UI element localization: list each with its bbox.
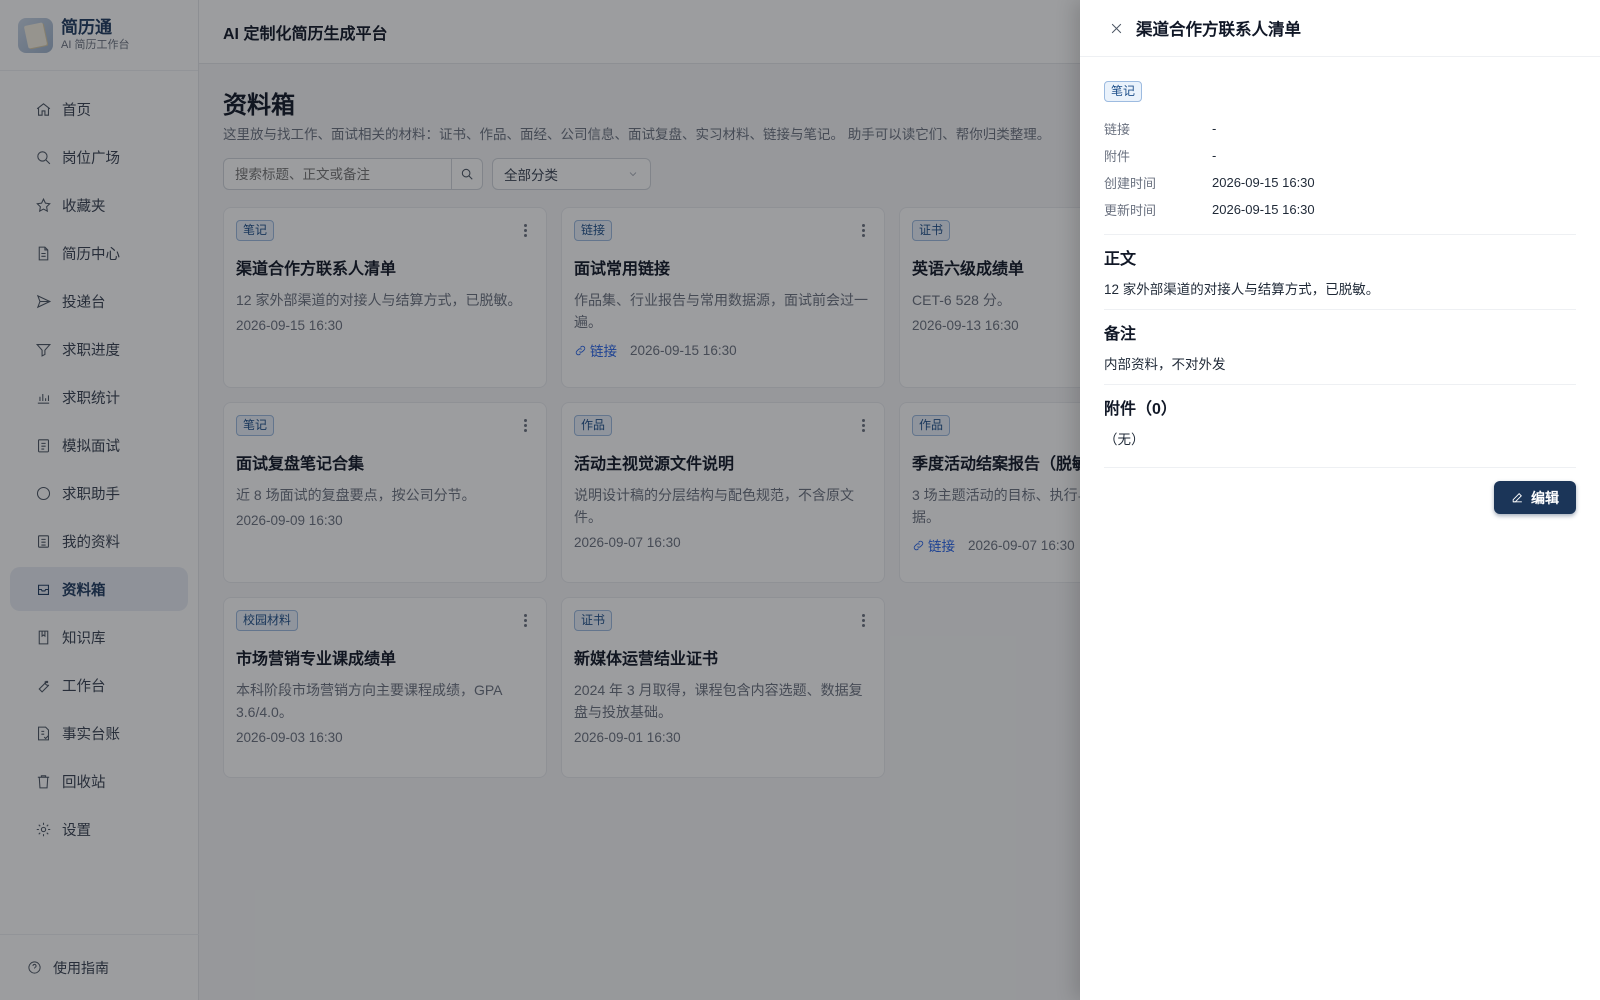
meta-value: 2026-09-15 16:30 — [1212, 175, 1315, 190]
modal-overlay[interactable] — [0, 0, 1080, 1000]
drawer-header: 渠道合作方联系人清单 — [1080, 0, 1600, 57]
note-text: 内部资料，不对外发 — [1104, 357, 1226, 372]
meta-value: 2026-09-15 16:30 — [1212, 202, 1315, 217]
note-section: 备注 内部资料，不对外发 — [1104, 309, 1576, 373]
meta-value: - — [1212, 148, 1217, 163]
meta-value: - — [1212, 121, 1217, 136]
close-icon[interactable] — [1107, 19, 1125, 37]
edit-pencil-icon — [1512, 493, 1522, 503]
meta-key: 链接 — [1104, 122, 1131, 137]
meta-row-updated: 更新时间 2026-09-15 16:30 — [1104, 196, 1576, 223]
category-tag: 笔记 — [1104, 81, 1143, 102]
body-text: 12 家外部渠道的对接人与结算方式，已脱敏。 — [1104, 282, 1380, 297]
attachments-section: 附件（0） （无） — [1104, 384, 1576, 448]
meta-key: 附件 — [1104, 149, 1131, 164]
drawer-title: 渠道合作方联系人清单 — [1136, 21, 1301, 39]
body-heading: 正文 — [1104, 251, 1137, 268]
meta-row-link: 链接 - — [1104, 115, 1576, 142]
edit-button-label: 编辑 — [1531, 489, 1559, 506]
attachments-heading: 附件（0） — [1104, 401, 1177, 418]
meta-row-attachment: 附件 - — [1104, 142, 1576, 169]
meta-key: 创建时间 — [1104, 176, 1157, 191]
drawer-actions: 编辑 — [1104, 467, 1576, 514]
edit-button[interactable]: 编辑 — [1494, 481, 1576, 514]
attachments-empty: （无） — [1104, 432, 1145, 447]
detail-drawer: 渠道合作方联系人清单 笔记 链接 - 附件 - 创建时间 2026-09-15 … — [1080, 0, 1600, 1000]
note-heading: 备注 — [1104, 326, 1137, 343]
meta-key: 更新时间 — [1104, 203, 1157, 218]
meta-table: 链接 - 附件 - 创建时间 2026-09-15 16:30 更新时间 202… — [1104, 115, 1576, 223]
meta-row-created: 创建时间 2026-09-15 16:30 — [1104, 169, 1576, 196]
body-section: 正文 12 家外部渠道的对接人与结算方式，已脱敏。 — [1104, 234, 1576, 298]
